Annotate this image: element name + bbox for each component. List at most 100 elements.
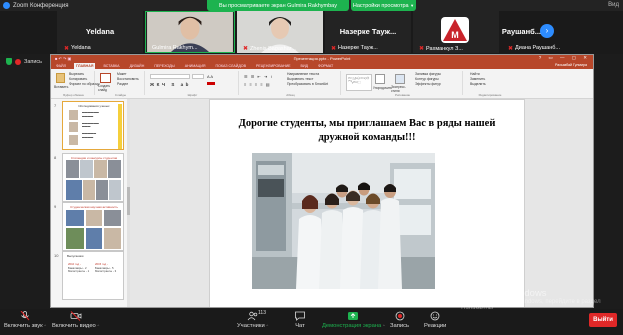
mute-button[interactable]: Включить звук ^ (4, 311, 46, 329)
record-label: Запись (390, 323, 410, 329)
align-buttons[interactable]: ≡ ≡ ≡ ≡ ▤ (244, 82, 271, 87)
thumbnail-photo (86, 228, 102, 249)
font-color-icon[interactable] (207, 82, 215, 85)
thumbnail-title: Исследования ученых (78, 104, 110, 108)
zoom-meeting-window: Zoom Конференция Вид Вы просматриваете э… (0, 0, 623, 335)
reactions-label: Реакции (424, 323, 447, 329)
slides-group-label: Слайды (114, 93, 127, 97)
slide-title[interactable]: Дорогие студенты, мы приглашаем Вас в ря… (220, 117, 514, 144)
caret-up-icon[interactable]: ^ (44, 323, 46, 328)
thumbnail-photo (94, 160, 107, 178)
leave-meeting-button[interactable]: Выйти (589, 313, 617, 327)
record-icon (395, 311, 404, 321)
slides-group: Создать слайд Макет Восстановить Раздел … (97, 71, 145, 97)
participant-label: ✖ Yeldana (64, 45, 91, 52)
thumbnail-line: Магистранты - 1 (68, 269, 90, 273)
participant-name: Назерке Тауж... (339, 27, 397, 36)
ppt-user-name[interactable]: Рахымбай Гулмира (555, 63, 587, 67)
thumbnail-text: ▬▬▬▬▬▬ ▬▬▬▬ ▬▬▬▬▬▬ ▬▬▬ ▬▬▬▬▬ ▬▬▬▬ (82, 110, 99, 139)
chevron-right-icon: › (545, 26, 549, 35)
quick-styles-button[interactable]: Экспресс-стили (391, 85, 411, 93)
participant-label-text: Рахманкул З... (426, 45, 463, 52)
participant-label: Gulmira Rakhym... (152, 45, 198, 51)
recording-indicator[interactable]: Запись (6, 58, 42, 65)
quick-styles-icon[interactable] (395, 74, 405, 84)
next-page-button[interactable]: › (540, 24, 554, 38)
clipboard-group-label: Буфер обмена (63, 93, 84, 97)
ppt-window-controls[interactable]: ? ▭ — ▢ ✕ (539, 55, 590, 61)
view-menu-button[interactable]: Вид (608, 2, 619, 8)
participant-tile[interactable]: M ✖ Рахманкул З... (413, 11, 499, 53)
slide-thumbnail[interactable]: Выпускники 2010 год - Бакалавры - 2 Маги… (62, 251, 124, 300)
caret-up-icon[interactable]: ^ (97, 323, 99, 328)
font-size-select[interactable] (192, 74, 204, 79)
video-button[interactable]: Включить видео ^ (52, 311, 99, 329)
thumbnail-photo (96, 180, 108, 200)
thumbnail-photo (80, 160, 93, 178)
mic-muted-icon: ✖ (331, 46, 337, 52)
caret-up-icon[interactable]: ^ (266, 323, 268, 328)
thumbnail-line: Магистранты - 3 (95, 269, 117, 273)
participant-tile-active[interactable]: Gulmira Rakhym... (145, 11, 235, 53)
editing-group: Найти Заменить Выделить Редактирование (465, 71, 515, 97)
font-format-buttons[interactable]: ЖКЧ S ab (150, 82, 191, 87)
shapes-gallery[interactable]: ▭○△▷⬠☆□◇⬡⌒╲▱⬭⬚ (346, 74, 372, 91)
smartart-button[interactable]: Преобразовать в SmartArt (285, 82, 328, 87)
select-button[interactable]: Выделить (468, 82, 486, 87)
arrange-button[interactable]: Упорядочить (373, 86, 392, 90)
participants-label: Участники (237, 323, 265, 329)
mic-muted-icon: ✖ (64, 46, 70, 52)
record-button[interactable]: Запись (390, 311, 409, 329)
chat-button[interactable]: Чат (294, 311, 306, 329)
participant-tile[interactable]: ✖ Zhenis Bagashar... (237, 11, 323, 53)
participant-label-text: Gulmira Rakhym... (152, 45, 198, 51)
thumbnail-number: 10 (54, 253, 59, 258)
quick-access-icons[interactable]: ■ ↶ ↷ ▣ (55, 56, 71, 61)
editing-group-label: Редактирование (478, 93, 502, 97)
scrollbar-thumb[interactable] (127, 187, 130, 215)
participant-label-text: Диана Раушанб... (515, 45, 560, 51)
thumbnail-photo (66, 160, 79, 178)
thumbnail-photo (104, 228, 121, 249)
participant-label-text: Yeldana (71, 45, 91, 51)
mute-label: Включить звук (4, 323, 43, 329)
svg-text:M: M (451, 30, 459, 40)
slide-thumbnail[interactable]: Стипендии и конкурсы студентов (62, 153, 124, 202)
font-group-label: Шрифт (187, 93, 198, 97)
participant-label-text: Zhenis Bagashar... (250, 45, 296, 52)
view-options-button[interactable]: Настройки просмотра ▼ (351, 0, 416, 11)
lab-team-photo[interactable] (252, 153, 435, 289)
reactions-button[interactable]: Реакции (424, 311, 446, 329)
section-button[interactable]: Раздел (115, 82, 139, 87)
list-buttons[interactable]: ☰ ☰ ⇤ ⇥ ↕ (244, 74, 273, 79)
participants-button[interactable]: 113 Участники ^ (237, 310, 268, 329)
window-controls: Вид (608, 2, 619, 8)
font-grow-shrink-buttons[interactable]: A A (207, 74, 213, 79)
ppt-ribbon-tabs: ФАЙЛ ГЛАВНАЯ ВСТАВКА ДИЗАЙН ПЕРЕХОДЫ АНИ… (51, 62, 593, 69)
share-screen-button[interactable]: Демонстрация экрана ^ (322, 311, 385, 329)
font-name-select[interactable] (150, 74, 190, 79)
slide-thumbnail[interactable]: Студенческая научная активность (62, 202, 124, 251)
font-group: ЖКЧ S ab A A Шрифт (147, 71, 239, 97)
recording-label: Запись (24, 58, 43, 65)
format-painter-button[interactable]: Формат по образцу (67, 82, 99, 87)
participant-label-text: Назерке Тауж... (338, 45, 378, 51)
shape-effects-button[interactable]: Эффекты фигур (413, 82, 441, 87)
zoom-logo-icon (3, 2, 10, 9)
zoom-toolbar: Включить звук ^ Включить видео ^ 113 Уча… (0, 309, 623, 335)
participant-strip: Yeldana Gulmira Rakhym... ✖ Zhenis Bagash… (0, 11, 623, 54)
new-slide-icon[interactable] (100, 73, 111, 83)
arrange-icon[interactable] (375, 74, 385, 84)
thumbnail-scrollbar[interactable] (127, 99, 130, 307)
caret-up-icon[interactable]: ^ (383, 323, 385, 328)
windows-activation-watermark: Активация Windows (459, 288, 547, 299)
ppt-title-bar: ■ ↶ ↷ ▣ Презентация.pptx - PowerPoint ? … (51, 55, 593, 62)
share-screen-label: Демонстрация экрана (322, 323, 382, 329)
paste-icon[interactable] (56, 73, 65, 83)
thumbnail-photo (66, 210, 84, 226)
video-label: Включить видео (52, 323, 96, 329)
slide-thumbnail[interactable]: Исследования ученых ▬▬▬▬▬▬ ▬▬▬▬ ▬▬▬▬▬▬ ▬▬▬ ▬… (62, 101, 124, 150)
view-options-label: Настройки просмотра (352, 2, 409, 9)
slide-canvas[interactable]: Дорогие студенты, мы приглашаем Вас в ря… (209, 99, 525, 307)
ppt-window-title: Презентация.pptx - PowerPoint (293, 56, 351, 61)
